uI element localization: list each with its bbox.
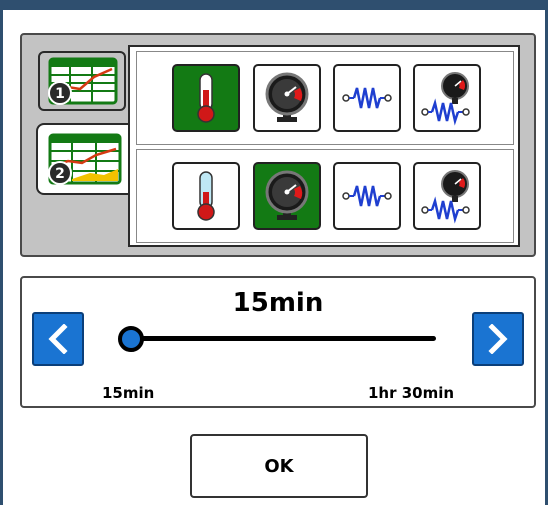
sensor-row-1 (136, 51, 514, 145)
chart-tab-2[interactable]: 2 (36, 123, 128, 195)
chart-tab-2-number: 2 (55, 166, 65, 182)
spring-button-row1[interactable] (333, 64, 401, 132)
spring-icon (342, 87, 392, 109)
temperature-button-row1[interactable] (172, 64, 240, 132)
increase-button[interactable] (472, 312, 524, 366)
temperature-button-row2[interactable] (172, 162, 240, 230)
spring-button-row2[interactable] (333, 162, 401, 230)
chart-tab-1[interactable]: 1 (38, 51, 126, 111)
pressure-gauge-icon (265, 72, 309, 122)
slider-thumb[interactable] (118, 326, 144, 352)
slider-max-label: 1hr 30min (368, 384, 455, 402)
gauge-spring-icon (421, 72, 470, 126)
slider-min-label: 15min (102, 384, 155, 402)
sensor-row-2 (136, 149, 514, 243)
ok-button[interactable]: OK (190, 434, 368, 498)
gauge-spring-button-row1[interactable] (413, 64, 481, 132)
multi-series-chart-icon: 2 (48, 133, 122, 185)
slider-track[interactable] (130, 336, 436, 341)
spring-icon (342, 185, 392, 207)
chevron-left-icon (48, 324, 68, 354)
gauge-spring-icon (421, 170, 470, 224)
line-chart-icon: 1 (48, 57, 118, 105)
chart-sensor-panel: 1 2 (20, 33, 536, 257)
thermometer-icon (197, 73, 215, 123)
thermometer-icon (197, 171, 215, 221)
pressure-gauge-icon (265, 170, 309, 220)
slider-value-label: 15min (232, 288, 324, 318)
pressure-button-row1[interactable] (253, 64, 321, 132)
sensor-selection-area (128, 45, 520, 247)
chevron-right-icon (488, 324, 508, 354)
gauge-spring-button-row2[interactable] (413, 162, 481, 230)
interval-slider-panel: 15min 15min 1hr 30min (20, 276, 536, 408)
chart-tab-1-number: 1 (55, 86, 65, 102)
decrease-button[interactable] (32, 312, 84, 366)
pressure-button-row2[interactable] (253, 162, 321, 230)
